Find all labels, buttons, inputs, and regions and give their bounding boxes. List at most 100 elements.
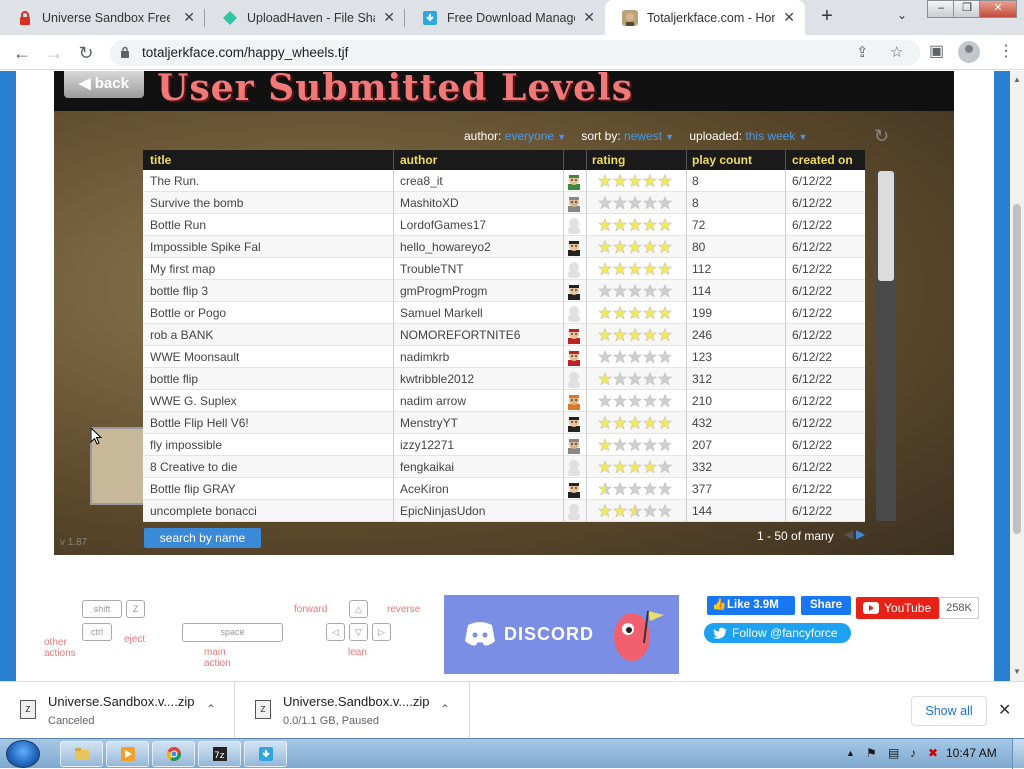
table-row[interactable]: rob a BANK NOMOREFORTNITE6 246 6/12/22 — [143, 324, 865, 346]
star-icon — [598, 504, 612, 518]
author-avatar-icon — [568, 439, 580, 454]
table-scrollbar[interactable] — [876, 171, 896, 521]
reload-icon[interactable]: ↻ — [74, 41, 98, 65]
tab-search-chevron-icon[interactable]: ⌄ — [897, 8, 907, 22]
battery-error-icon[interactable]: ✖ — [928, 746, 938, 760]
taskbar-clock[interactable]: 10:47 AM — [946, 746, 997, 760]
action-center-icon[interactable]: ⚑ — [866, 746, 877, 760]
page-scrollbar-thumb[interactable] — [1013, 204, 1021, 534]
uploaded-filter-dropdown[interactable]: this week ▼ — [745, 129, 807, 143]
author-avatar-icon — [568, 351, 580, 366]
next-page-icon[interactable]: ▶ — [856, 527, 865, 541]
happy-wheels-game[interactable]: ◀ back User Submitted Levels author: eve… — [54, 71, 954, 555]
author-avatar-icon — [568, 285, 580, 300]
scroll-up-icon[interactable]: ▲ — [1013, 75, 1021, 84]
rating-stars — [598, 504, 673, 518]
facebook-like-button[interactable]: 👍 Like 3.9M — [707, 596, 795, 615]
table-row[interactable]: Impossible Spike Fal hello_howareyo2 80 6/1… — [143, 236, 865, 258]
svg-text:7z: 7z — [214, 751, 225, 761]
maximize-button[interactable]: ❐ — [953, 0, 981, 18]
facebook-share-button[interactable]: Share — [801, 596, 851, 615]
table-row[interactable]: 8 Creative to die fengkaikai 332 6/12/22 — [143, 456, 865, 478]
close-window-button[interactable]: ✕ — [979, 0, 1017, 18]
search-by-name-button[interactable]: search by name — [144, 528, 261, 548]
side-panel-icon[interactable]: ▣ — [929, 41, 944, 61]
level-play-count: 377 — [692, 482, 713, 496]
table-row[interactable]: Bottle Flip Hell V6! MenstryYT 432 6/12/22 — [143, 412, 865, 434]
profile-avatar-icon[interactable] — [958, 41, 980, 63]
download-item[interactable]: Z Universe.Sandbox.v....zip Canceled ⌃ — [0, 682, 235, 739]
table-row[interactable]: fly impossible izzy12271 207 6/12/22 — [143, 434, 865, 456]
address-bar[interactable]: totaljerkface.com/happy_wheels.tjf ⇪ ☆ — [110, 40, 920, 66]
column-header-title[interactable]: title — [150, 153, 171, 167]
download-item[interactable]: Z Universe.Sandbox.v....zip 0.0/1.1 GB, … — [235, 682, 470, 739]
star-icon — [613, 394, 627, 408]
close-tab-icon[interactable]: ✕ — [783, 9, 795, 26]
show-all-downloads-button[interactable]: Show all — [911, 696, 987, 726]
table-row[interactable]: The Run. crea8_it 8 6/12/22 — [143, 170, 865, 192]
column-header-rating[interactable]: rating — [592, 153, 625, 167]
level-title: rob a BANK — [150, 328, 214, 342]
level-author: MashitoXD — [400, 196, 459, 210]
network-icon[interactable]: ▤ — [888, 746, 899, 760]
kebab-menu-icon[interactable]: ⋮ — [998, 41, 1014, 61]
table-row[interactable]: bottle flip 3 gmProgmProgm 114 6/12/22 — [143, 280, 865, 302]
taskbar-fdm[interactable] — [244, 741, 287, 767]
show-desktop-button[interactable] — [1012, 739, 1024, 769]
prev-page-icon[interactable]: ◀ — [844, 527, 853, 541]
discord-banner[interactable]: DISCORD — [444, 595, 679, 674]
table-row[interactable]: Bottle Run LordofGames17 72 6/12/22 — [143, 214, 865, 236]
taskbar-media-player[interactable] — [106, 741, 149, 767]
column-header-author[interactable]: author — [400, 153, 437, 167]
table-row[interactable]: WWE Moonsault nadimkrb 123 6/12/22 — [143, 346, 865, 368]
browser-tab[interactable]: Free Download Manager ✕ — [405, 0, 605, 35]
star-icon — [658, 350, 672, 364]
volume-icon[interactable]: ♪ — [910, 746, 916, 760]
column-header-created-on[interactable]: created on — [792, 153, 853, 167]
minimize-button[interactable]: – — [927, 0, 955, 18]
refresh-icon[interactable]: ↻ — [874, 126, 889, 147]
close-tab-icon[interactable]: ✕ — [183, 9, 195, 26]
browser-tab[interactable]: Universe Sandbox Free D ✕ — [0, 0, 205, 35]
table-row[interactable]: Bottle or Pogo Samuel Markell 199 6/12/22 — [143, 302, 865, 324]
column-header-play-count[interactable]: play count — [692, 153, 752, 167]
level-created-on: 6/12/22 — [792, 240, 833, 254]
star-icon — [643, 482, 657, 496]
forward-arrow-icon[interactable]: → — [42, 41, 66, 65]
taskbar-7zip[interactable]: 7z — [198, 741, 241, 767]
twitter-follow-button[interactable]: Follow @fancyforce — [704, 623, 851, 643]
level-created-on: 6/12/22 — [792, 416, 833, 430]
taskbar-explorer[interactable] — [60, 741, 103, 767]
tray-expand-icon[interactable]: ▲ — [846, 748, 855, 758]
author-avatar-icon — [568, 262, 580, 278]
close-tab-icon[interactable]: ✕ — [383, 9, 395, 26]
back-arrow-icon[interactable]: ← — [10, 41, 34, 65]
back-button[interactable]: ◀ back — [64, 71, 144, 98]
taskbar-chrome[interactable] — [152, 741, 195, 767]
close-download-shelf-icon[interactable]: ✕ — [998, 700, 1011, 720]
scroll-down-icon[interactable]: ▼ — [1013, 667, 1021, 676]
browser-tab[interactable]: UploadHaven - File Shari ✕ — [205, 0, 405, 35]
chevron-up-icon[interactable]: ⌃ — [440, 702, 450, 716]
chevron-up-icon[interactable]: ⌃ — [206, 702, 216, 716]
table-row[interactable]: My first map TroubleTNT 112 6/12/22 — [143, 258, 865, 280]
bookmark-star-icon[interactable]: ☆ — [890, 43, 903, 61]
level-created-on: 6/12/22 — [792, 218, 833, 232]
table-row[interactable]: Bottle flip GRAY AceKiron 377 6/12/22 — [143, 478, 865, 500]
close-tab-icon[interactable]: ✕ — [583, 9, 595, 26]
table-row[interactable]: bottle flip kwtribble2012 312 6/12/22 — [143, 368, 865, 390]
page-scrollbar[interactable]: ▲ ▼ — [1010, 71, 1024, 681]
table-scrollbar-thumb[interactable] — [878, 171, 894, 281]
table-row[interactable]: Survive the bomb MashitoXD 8 6/12/22 — [143, 192, 865, 214]
star-icon — [643, 218, 657, 232]
browser-tab-active[interactable]: Totaljerkface.com - Home ✕ — [605, 0, 805, 35]
table-row[interactable]: uncomplete bonacci EpicNinjasUdon 144 6/12/… — [143, 500, 865, 522]
new-tab-button[interactable]: + — [815, 4, 839, 28]
sort-filter-dropdown[interactable]: newest ▼ — [624, 129, 674, 143]
table-row[interactable]: WWE G. Suplex nadim arrow 210 6/12/22 — [143, 390, 865, 412]
chrome-icon — [166, 747, 181, 761]
youtube-subscribe-button[interactable]: YouTube — [856, 597, 939, 619]
share-icon[interactable]: ⇪ — [856, 43, 869, 61]
author-filter-dropdown[interactable]: everyone ▼ — [505, 129, 566, 143]
start-button[interactable] — [6, 740, 40, 768]
